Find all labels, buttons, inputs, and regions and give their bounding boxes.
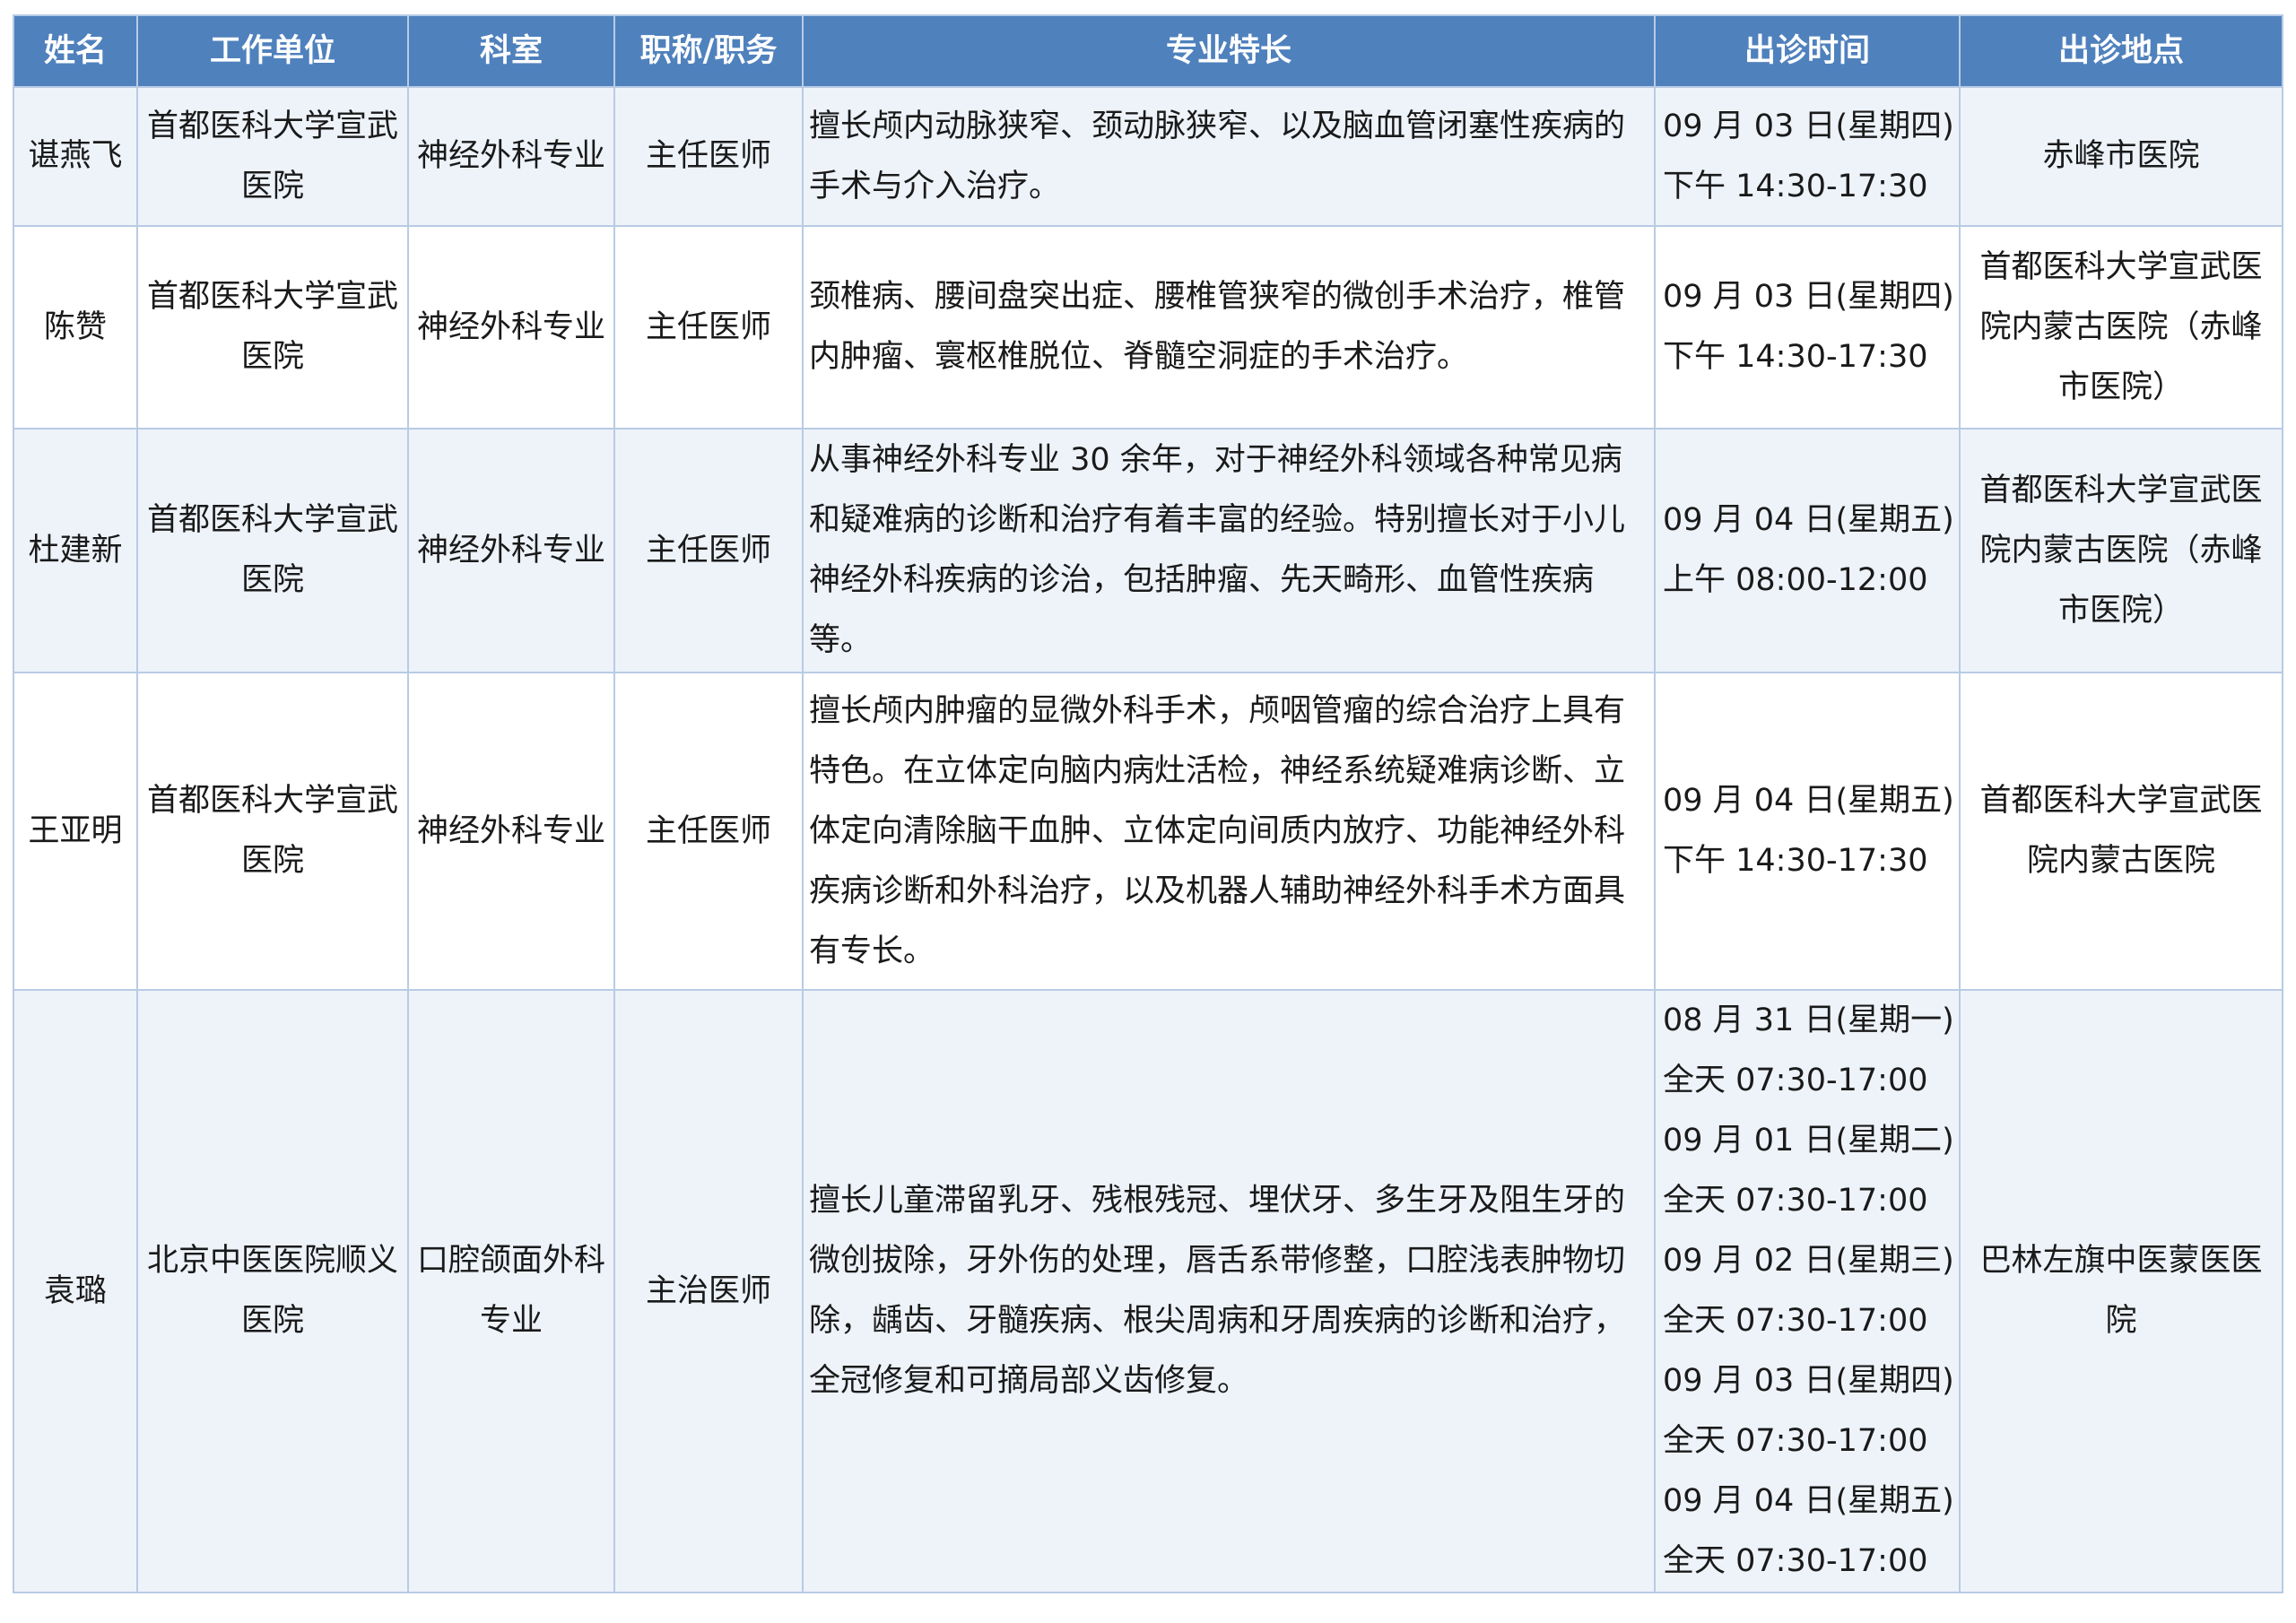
job-title: 主任医师 [613,672,804,991]
work-unit: 北京中医医院顺义医院 [136,989,409,1593]
clinic-hours: 下午 14:30-17:30 [1663,168,1928,204]
department: 口腔颌面外科专业 [407,989,615,1593]
expertise: 擅长儿童滞留乳牙、残根残冠、埋伏牙、多生牙及阻生牙的微创拔除，牙外伤的处理，唇舌… [802,989,1656,1593]
clinic-location: 首都医科大学宣武医院内蒙古医院 [1959,672,2283,991]
job-title: 主任医师 [613,225,804,430]
table-row: 杜建新 首都医科大学宣武医院 神经外科专业 主任医师 从事神经外科专业 30 余… [13,428,2283,673]
clinic-time: 09 月 04 日(星期五) 下午 14:30-17:30 [1654,672,1961,991]
clinic-hours: 上午 08:00-12:00 [1663,562,1928,598]
clinic-location: 赤峰市医院 [1959,86,2283,227]
department: 神经外科专业 [407,86,615,227]
clinic-location: 巴林左旗中医蒙医医院 [1959,989,2283,1593]
clinic-date: 09 月 03 日(星期四) [1663,108,1954,144]
table-row: 谌燕飞 首都医科大学宣武医院 神经外科专业 主任医师 擅长颅内动脉狭窄、颈动脉狭… [13,86,2283,227]
job-title: 主治医师 [613,989,804,1593]
header-name: 姓名 [13,14,138,88]
header-location: 出诊地点 [1959,14,2283,88]
clinic-location: 首都医科大学宣武医院内蒙古医院（赤峰市医院） [1959,428,2283,673]
header-row: 姓名 工作单位 科室 职称/职务 专业特长 出诊时间 出诊地点 [13,14,2283,88]
table-row: 陈赞 首都医科大学宣武医院 神经外科专业 主任医师 颈椎病、腰间盘突出症、腰椎管… [13,225,2283,430]
clinic-time: 09 月 03 日(星期四) 下午 14:30-17:30 [1654,86,1961,227]
clinic-time: 08 月 31 日(星期一) 全天 07:30-17:00 09 月 01 日(… [1654,989,1961,1593]
clinic-hours: 全天 07:30-17:00 [1663,1063,1928,1098]
table-row: 王亚明 首都医科大学宣武医院 神经外科专业 主任医师 擅长颅内肿瘤的显微外科手术… [13,672,2283,991]
clinic-date: 09 月 01 日(星期二) [1663,1123,1954,1159]
clinic-date: 09 月 04 日(星期五) [1663,502,1954,538]
doctor-schedule-table: 姓名 工作单位 科室 职称/职务 专业特长 出诊时间 出诊地点 谌燕飞 首都医科… [13,14,2283,1593]
doctor-name: 谌燕飞 [13,86,138,227]
expertise: 从事神经外科专业 30 余年，对于神经外科领域各种常见病和疑难病的诊断和治疗有着… [802,428,1656,673]
work-unit: 首都医科大学宣武医院 [136,225,409,430]
doctor-name: 杜建新 [13,428,138,673]
clinic-date: 08 月 31 日(星期一) [1663,1002,1954,1038]
clinic-time: 09 月 04 日(星期五) 上午 08:00-12:00 [1654,428,1961,673]
clinic-hours: 下午 14:30-17:30 [1663,339,1928,375]
job-title: 主任医师 [613,86,804,227]
clinic-date: 09 月 02 日(星期三) [1663,1243,1954,1279]
header-unit: 工作单位 [136,14,409,88]
department: 神经外科专业 [407,225,615,430]
header-title: 职称/职务 [613,14,804,88]
doctor-name: 袁璐 [13,989,138,1593]
department: 神经外科专业 [407,672,615,991]
expertise: 颈椎病、腰间盘突出症、腰椎管狭窄的微创手术治疗，椎管内肿瘤、寰枢椎脱位、脊髓空洞… [802,225,1656,430]
work-unit: 首都医科大学宣武医院 [136,86,409,227]
clinic-hours: 全天 07:30-17:00 [1663,1303,1928,1339]
work-unit: 首都医科大学宣武医院 [136,672,409,991]
doctor-name: 王亚明 [13,672,138,991]
job-title: 主任医师 [613,428,804,673]
department: 神经外科专业 [407,428,615,673]
header-time: 出诊时间 [1654,14,1961,88]
doctor-name: 陈赞 [13,225,138,430]
clinic-date: 09 月 04 日(星期五) [1663,1483,1954,1519]
expertise: 擅长颅内肿瘤的显微外科手术，颅咽管瘤的综合治疗上具有特色。在立体定向脑内病灶活检… [802,672,1656,991]
table-row: 袁璐 北京中医医院顺义医院 口腔颌面外科专业 主治医师 擅长儿童滞留乳牙、残根残… [13,989,2283,1593]
clinic-location: 首都医科大学宣武医院内蒙古医院（赤峰市医院） [1959,225,2283,430]
expertise: 擅长颅内动脉狭窄、颈动脉狭窄、以及脑血管闭塞性疾病的手术与介入治疗。 [802,86,1656,227]
clinic-date: 09 月 03 日(星期四) [1663,1363,1954,1399]
clinic-date: 09 月 04 日(星期五) [1663,783,1954,819]
header-expertise: 专业特长 [802,14,1656,88]
header-department: 科室 [407,14,615,88]
clinic-hours: 全天 07:30-17:00 [1663,1183,1928,1219]
clinic-date: 09 月 03 日(星期四) [1663,279,1954,315]
clinic-hours: 全天 07:30-17:00 [1663,1423,1928,1459]
clinic-hours: 全天 07:30-17:00 [1663,1543,1928,1579]
clinic-time: 09 月 03 日(星期四) 下午 14:30-17:30 [1654,225,1961,430]
work-unit: 首都医科大学宣武医院 [136,428,409,673]
clinic-hours: 下午 14:30-17:30 [1663,843,1928,879]
